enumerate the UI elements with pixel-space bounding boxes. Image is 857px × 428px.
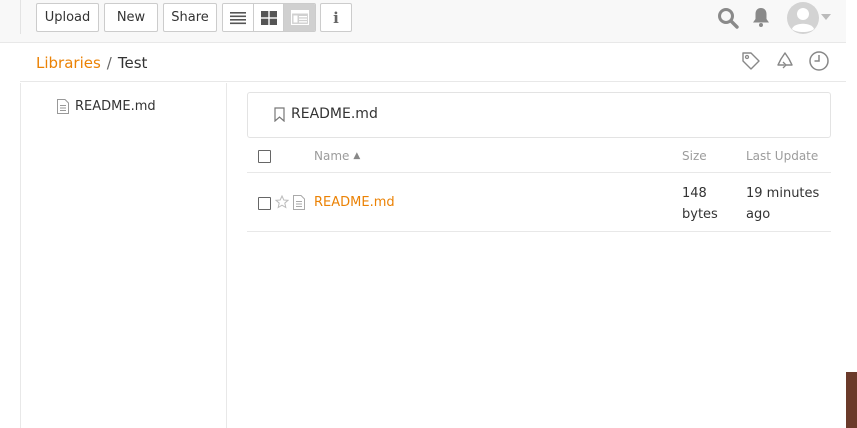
select-all-checkbox[interactable] <box>258 150 271 163</box>
background-object <box>846 372 857 428</box>
upload-button[interactable]: Upload <box>36 3 99 32</box>
folder-tree: README.md <box>20 83 227 428</box>
current-file-header: README.md <box>247 92 831 138</box>
app-window: Upload New Share i Libraries / Test READ… <box>0 0 846 428</box>
column-view-button[interactable] <box>284 4 315 31</box>
tree-item[interactable]: README.md <box>57 99 156 114</box>
file-last-update: 19 minutes ago <box>746 186 820 222</box>
breadcrumb: Libraries / Test <box>36 54 147 72</box>
table-row[interactable]: README.md 148 bytes 19 minutes ago <box>247 173 831 232</box>
bookmark-icon[interactable] <box>274 106 285 122</box>
grid-view-button[interactable] <box>253 4 285 31</box>
chevron-down-icon[interactable] <box>820 12 832 22</box>
star-icon[interactable] <box>274 194 290 213</box>
breadcrumb-current: Test <box>117 54 148 72</box>
file-size: 148 bytes <box>682 186 718 222</box>
file-table: Name ▲ Size Last Update README.md 148 by… <box>247 140 831 232</box>
current-file-title: README.md <box>291 106 378 122</box>
breadcrumb-libraries-link[interactable]: Libraries <box>36 54 101 72</box>
grid-view-icon <box>260 10 277 25</box>
file-name-link[interactable]: README.md <box>314 195 395 210</box>
size-column-header[interactable]: Size <box>682 149 707 163</box>
toolbar-divider <box>20 0 21 34</box>
bell-icon[interactable] <box>750 5 772 29</box>
last-update-column-header[interactable]: Last Update <box>746 149 818 163</box>
sort-ascending-icon: ▲ <box>353 151 361 161</box>
file-icon <box>57 99 69 114</box>
history-clock-icon[interactable] <box>808 50 830 72</box>
trash-recycle-icon[interactable] <box>774 50 796 72</box>
library-actions <box>740 50 830 72</box>
view-mode-group <box>222 3 316 32</box>
background-edge <box>846 0 857 428</box>
info-icon: i <box>333 8 339 27</box>
tree-item-label: README.md <box>75 99 156 114</box>
list-view-icon <box>229 11 246 24</box>
share-button[interactable]: Share <box>163 3 217 32</box>
avatar[interactable] <box>786 1 820 35</box>
tag-icon[interactable] <box>740 50 762 72</box>
column-view-icon <box>290 10 309 25</box>
row-checkbox[interactable] <box>258 197 271 210</box>
info-button[interactable]: i <box>320 3 352 32</box>
top-toolbar: Upload New Share i <box>0 0 846 43</box>
breadcrumb-separator: / <box>106 54 112 72</box>
list-view-button[interactable] <box>223 4 254 31</box>
file-icon <box>293 195 305 214</box>
search-icon[interactable] <box>716 6 740 30</box>
name-column-header[interactable]: Name ▲ <box>314 149 360 163</box>
breadcrumb-bar: Libraries / Test <box>20 44 846 82</box>
table-header: Name ▲ Size Last Update <box>247 140 831 173</box>
new-button[interactable]: New <box>104 3 158 32</box>
